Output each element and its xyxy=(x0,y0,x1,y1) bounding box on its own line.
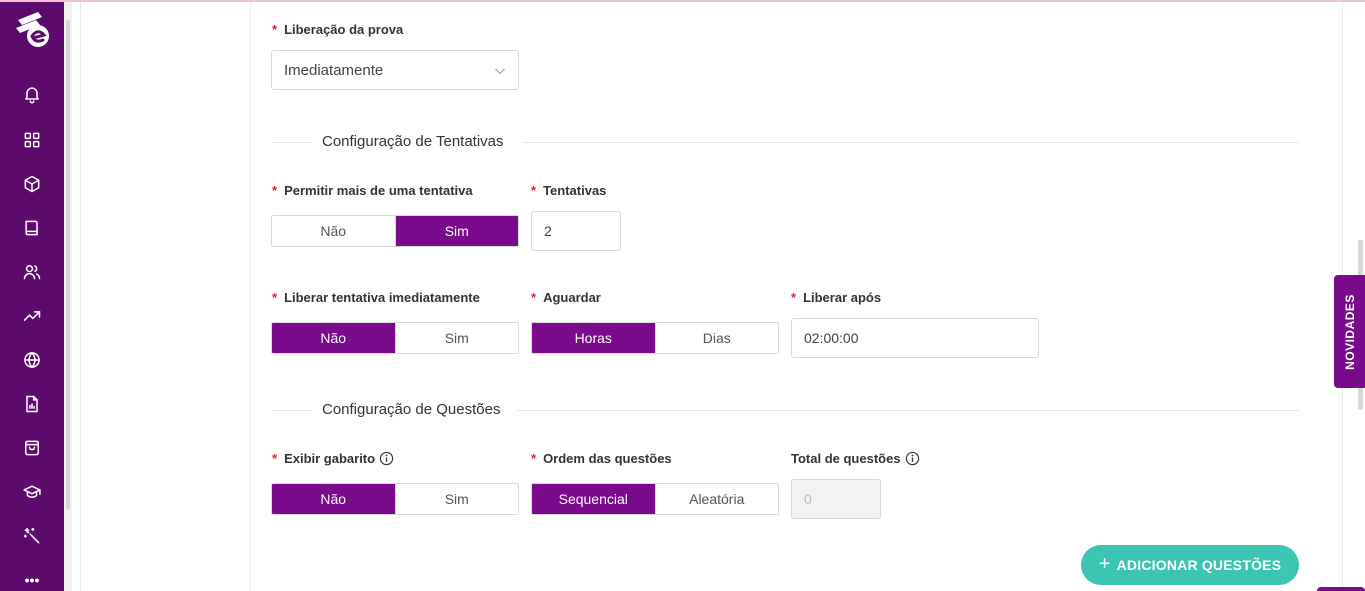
add-questions-label: ADICIONAR QUESTÕES xyxy=(1116,557,1282,573)
required-marker: * xyxy=(272,183,278,198)
show-answers-yes[interactable]: Sim xyxy=(394,484,518,514)
magic-wand-icon[interactable] xyxy=(20,524,44,548)
release-immediately-toggle: Não Sim xyxy=(271,322,519,354)
allow-multiple-toggle: Não Sim xyxy=(271,215,519,247)
wait-label: * Aguardar xyxy=(531,290,601,305)
column-divider xyxy=(250,2,251,591)
required-marker: * xyxy=(791,290,797,305)
info-icon[interactable] xyxy=(379,451,394,466)
brand-logo-icon[interactable] xyxy=(12,8,54,50)
show-answers-toggle: Não Sim xyxy=(271,483,519,515)
add-questions-button[interactable]: + ADICIONAR QUESTÕES xyxy=(1081,545,1299,585)
question-order-label: * Ordem das questões xyxy=(531,451,672,466)
grid-icon[interactable] xyxy=(20,128,44,152)
attempts-input[interactable]: 2 xyxy=(531,211,621,251)
section-divider xyxy=(271,410,313,411)
release-after-label: * Liberar após xyxy=(791,290,882,305)
sidebar: ••• xyxy=(0,2,64,591)
sidebar-scrollbar-thumb[interactable] xyxy=(66,20,70,510)
attempts-label: * Tentativas xyxy=(531,183,607,198)
chat-widget-tab[interactable] xyxy=(1317,587,1365,591)
question-order-toggle: Sequencial Aleatória xyxy=(531,483,779,515)
allow-multiple-label: * Permitir mais de uma tentativa xyxy=(272,183,473,198)
novidades-tab[interactable]: NOVIDADES xyxy=(1334,275,1365,388)
release-select-value: Imediatamente xyxy=(284,61,384,79)
order-sequential[interactable]: Sequencial xyxy=(532,484,655,514)
required-marker: * xyxy=(272,451,278,466)
wait-toggle: Horas Dias xyxy=(531,322,779,354)
section-divider xyxy=(522,142,1299,143)
total-questions-label: Total de questões xyxy=(791,451,920,466)
release-immediately-yes[interactable]: Sim xyxy=(394,323,518,353)
section-divider xyxy=(271,142,313,143)
release-select[interactable]: Imediatamente xyxy=(271,50,519,90)
required-marker: * xyxy=(531,183,537,198)
attempts-section-title: Configuração de Tentativas xyxy=(322,133,504,150)
questions-section-title: Configuração de Questões xyxy=(322,401,501,418)
release-after-input[interactable]: 02:00:00 xyxy=(791,318,1039,358)
show-answers-no[interactable]: Não xyxy=(272,484,395,514)
trending-up-icon[interactable] xyxy=(20,304,44,328)
info-icon[interactable] xyxy=(905,451,920,466)
report-icon[interactable] xyxy=(20,392,44,416)
show-answers-label: * Exibir gabarito xyxy=(272,451,394,466)
bell-icon[interactable] xyxy=(20,82,44,106)
plus-icon: + xyxy=(1098,553,1111,575)
shopping-bag-icon[interactable] xyxy=(20,436,44,460)
globe-icon[interactable] xyxy=(20,348,44,372)
release-immediately-no[interactable]: Não xyxy=(272,323,395,353)
cube-icon[interactable] xyxy=(20,172,44,196)
graduation-cap-icon[interactable] xyxy=(20,480,44,504)
wait-days[interactable]: Dias xyxy=(654,323,778,353)
chevron-down-icon xyxy=(494,64,506,76)
order-random[interactable]: Aleatória xyxy=(654,484,778,514)
required-marker: * xyxy=(272,290,278,305)
users-icon[interactable] xyxy=(20,260,44,284)
allow-multiple-yes[interactable]: Sim xyxy=(394,216,518,246)
release-immediately-label: * Liberar tentativa imediatamente xyxy=(272,290,480,305)
more-icon[interactable]: ••• xyxy=(20,568,44,591)
required-marker: * xyxy=(531,451,537,466)
allow-multiple-no[interactable]: Não xyxy=(272,216,395,246)
total-questions-input: 0 xyxy=(791,479,881,519)
column-divider xyxy=(80,2,81,591)
release-label: * Liberação da prova xyxy=(272,22,404,37)
section-divider xyxy=(517,410,1299,411)
required-marker: * xyxy=(272,22,278,37)
novidades-label: NOVIDADES xyxy=(1342,293,1357,370)
required-marker: * xyxy=(531,290,537,305)
wait-hours[interactable]: Horas xyxy=(532,323,655,353)
book-icon[interactable] xyxy=(20,216,44,240)
